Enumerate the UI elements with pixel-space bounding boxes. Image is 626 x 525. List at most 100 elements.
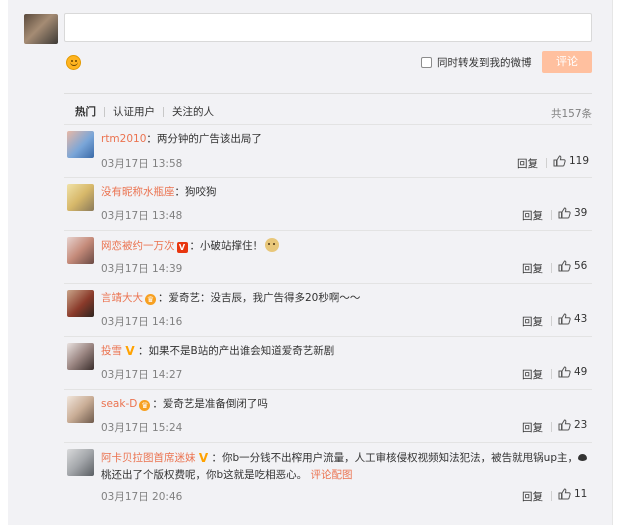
- avatar[interactable]: [67, 343, 94, 370]
- like-button[interactable]: 119: [553, 155, 589, 167]
- action-separator: [551, 369, 552, 379]
- avatar[interactable]: [67, 449, 94, 476]
- avatar[interactable]: [67, 131, 94, 158]
- comment-timestamp: 03月17日 20:46: [101, 491, 183, 503]
- thumbs-up-icon: [558, 260, 571, 272]
- comment-timestamp: 03月17日 13:58: [101, 158, 183, 170]
- action-separator: [551, 316, 552, 326]
- thumbs-up-icon: [558, 313, 571, 325]
- comment-username[interactable]: rtm2010: [101, 133, 146, 145]
- comment-body: ：爱奇艺：没吉辰，我广告得多20秒啊～～: [158, 292, 361, 304]
- doge-emoji-icon: [265, 238, 279, 252]
- comment-separator: [64, 177, 592, 178]
- comment-timestamp: 03月17日 14:16: [101, 316, 183, 328]
- avatar[interactable]: [67, 237, 94, 264]
- reply-button[interactable]: 回复: [522, 367, 543, 382]
- comment-text: 网恋被约一万次 V ：小破站撑住！: [101, 238, 279, 253]
- thumbs-up-icon: [558, 366, 571, 378]
- comment-username[interactable]: 网恋被约一万次: [101, 240, 175, 252]
- comment-item: 投雪 V ：如果不是B站的产出谁会知道爱奇艺新剧 03月17日 14:27 回复 4…: [64, 336, 592, 388]
- reply-button[interactable]: 回复: [522, 208, 543, 223]
- comment-username[interactable]: 阿卡贝拉图首席迷妹: [101, 452, 196, 464]
- my-avatar: [24, 14, 58, 44]
- comment-timestamp: 03月17日 13:48: [101, 210, 183, 222]
- comment-body: ：爱奇艺是准备倒闭了吗: [152, 398, 268, 410]
- thumbs-up-icon: [558, 419, 571, 431]
- comment-separator: [64, 230, 592, 231]
- comment-body: ：两分钟的广告该出局了: [146, 133, 262, 145]
- compose-divider: [64, 93, 592, 94]
- reply-button[interactable]: 回复: [522, 489, 543, 504]
- like-button[interactable]: 56: [558, 260, 587, 272]
- emoji-icon[interactable]: [66, 55, 81, 70]
- comment-total-count: 共157条: [550, 108, 592, 120]
- comment-separator: [64, 389, 592, 390]
- comment-separator: [64, 336, 592, 337]
- page-divider-line: [612, 0, 613, 525]
- comment-image-link[interactable]: 评论配图: [311, 469, 353, 481]
- comment-text: 投雪 V ：如果不是B站的产出谁会知道爱奇艺新剧: [101, 344, 334, 358]
- avatar[interactable]: [67, 396, 94, 423]
- comment-body: ：狗咬狗: [174, 186, 217, 198]
- like-button[interactable]: 23: [558, 419, 587, 431]
- comment-filter-tabs: 热门 认证用户 关注的人: [64, 105, 222, 119]
- comment-text: rtm2010：两分钟的广告该出局了: [101, 132, 262, 146]
- avatar[interactable]: [67, 290, 94, 317]
- tab-verified-users[interactable]: 认证用户: [105, 106, 163, 118]
- reply-button[interactable]: 回复: [522, 420, 543, 435]
- like-count: 43: [574, 313, 588, 325]
- like-count: 119: [569, 155, 590, 167]
- comment-item: 阿卡贝拉图首席迷妹 V ：你b一分钱不出榨用户流量，人工审核侵权视频知法犯法，被告就…: [64, 442, 592, 512]
- thumbs-up-icon: [553, 155, 566, 167]
- comment-timestamp: 03月17日 15:24: [101, 422, 183, 434]
- like-button[interactable]: 11: [558, 488, 587, 500]
- action-separator: [551, 263, 552, 273]
- like-count: 11: [574, 488, 588, 500]
- reply-button[interactable]: 回复: [522, 314, 543, 329]
- comment-separator: [64, 124, 592, 125]
- member-crown-icon: ♛: [145, 294, 156, 305]
- comment-body-continued: 桃还出了个版权费呢，你b这就是吃相恶心。: [101, 469, 308, 481]
- like-count: 49: [574, 366, 588, 378]
- reply-button[interactable]: 回复: [522, 261, 543, 276]
- comment-item: 网恋被约一万次 V ：小破站撑住！ 03月17日 14:39 回复 56: [64, 230, 592, 282]
- comment-text: 阿卡贝拉图首席迷妹 V ：你b一分钱不出榨用户流量，人工审核侵权视频知法犯法，被告就…: [101, 450, 595, 484]
- tab-hot[interactable]: 热门: [64, 106, 104, 118]
- comment-item: rtm2010：两分钟的广告该出局了 03月17日 13:58 回复 119: [64, 124, 592, 176]
- comment-body: ：小破站撑住！: [189, 240, 264, 252]
- repost-checkbox[interactable]: [421, 57, 432, 68]
- tab-following[interactable]: 关注的人: [164, 106, 222, 118]
- submit-comment-button[interactable]: 评论: [542, 51, 592, 73]
- comment-item: 没有昵称水瓶座：狗咬狗 03月17日 13:48 回复 39: [64, 177, 592, 229]
- verified-badge-icon: V: [125, 344, 135, 358]
- comment-username[interactable]: 投雪: [101, 345, 122, 357]
- member-crown-icon: ♛: [139, 400, 151, 411]
- eye-emoji-icon: [577, 454, 587, 461]
- thumbs-up-icon: [558, 207, 571, 219]
- verified-badge-icon: V: [198, 451, 209, 465]
- action-separator: [551, 422, 552, 432]
- comment-username[interactable]: seak-D: [101, 398, 137, 410]
- comment-username[interactable]: 言靖大大: [101, 292, 143, 304]
- comment-body: ：如果不是B站的产出谁会知道爱奇艺新剧: [138, 345, 335, 357]
- comment-text: 没有昵称水瓶座：狗咬狗: [101, 185, 217, 199]
- repost-label: 同时转发到我的微博: [437, 57, 532, 69]
- avatar[interactable]: [67, 184, 94, 211]
- comment-text: seak-D ♛ ：爱奇艺是准备倒闭了吗: [101, 397, 268, 411]
- like-button[interactable]: 49: [558, 366, 587, 378]
- comment-separator: [64, 283, 592, 284]
- like-count: 23: [574, 419, 588, 431]
- comment-input[interactable]: [64, 13, 592, 42]
- comment-item: 言靖大大 ♛ ：爱奇艺：没吉辰，我广告得多20秒啊～～ 03月17日 14:16 回…: [64, 283, 592, 335]
- action-separator: [551, 491, 552, 501]
- comment-item: seak-D ♛ ：爱奇艺是准备倒闭了吗 03月17日 15:24 回复 23: [64, 389, 592, 441]
- thumbs-up-icon: [558, 488, 571, 500]
- comment-username[interactable]: 没有昵称水瓶座: [101, 186, 175, 198]
- like-button[interactable]: 39: [558, 207, 587, 219]
- like-count: 39: [574, 207, 588, 219]
- like-button[interactable]: 43: [558, 313, 587, 325]
- comment-timestamp: 03月17日 14:27: [101, 369, 183, 381]
- action-separator: [546, 158, 547, 168]
- like-count: 56: [574, 260, 588, 272]
- reply-button[interactable]: 回复: [517, 156, 538, 171]
